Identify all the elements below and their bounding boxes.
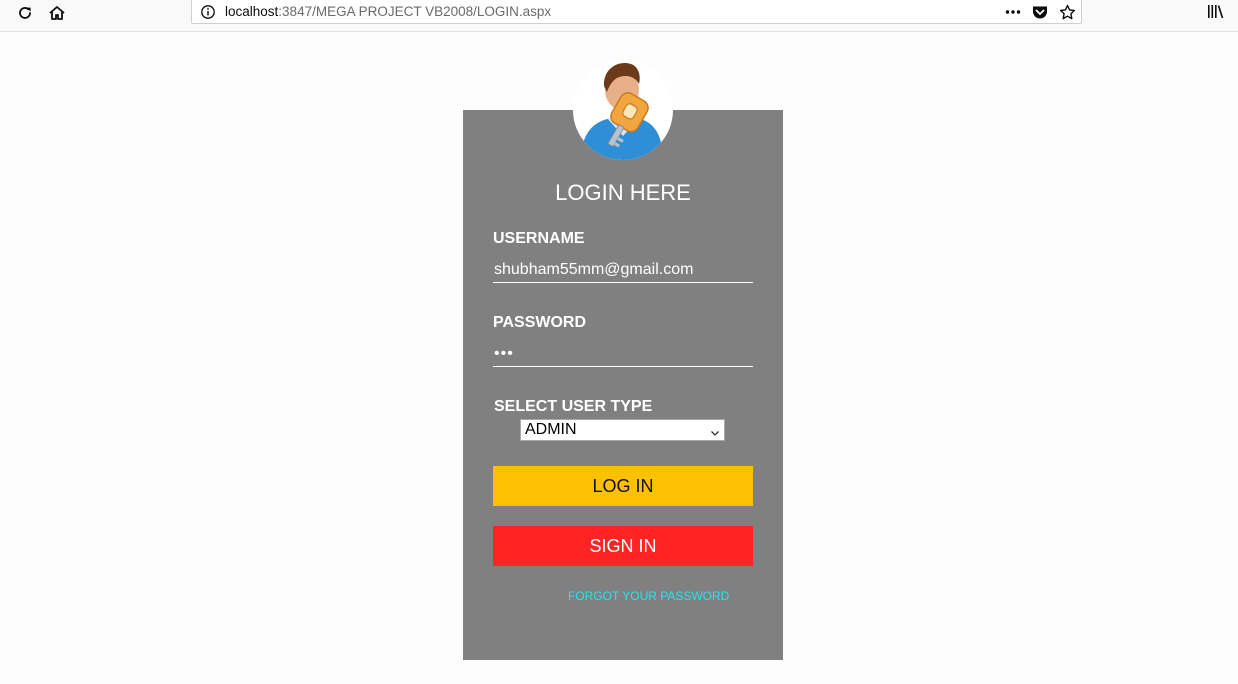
forgot-password-link[interactable]: FORGOT YOUR PASSWORD — [568, 589, 729, 603]
username-field[interactable] — [493, 257, 753, 283]
url-path: :3847/MEGA PROJECT VB2008/LOGIN.aspx — [278, 4, 552, 19]
info-icon[interactable] — [200, 4, 216, 20]
password-field[interactable] — [493, 341, 753, 367]
user-type-label: SELECT USER TYPE — [494, 398, 653, 415]
reload-icon[interactable] — [14, 2, 36, 24]
home-icon[interactable] — [46, 2, 68, 24]
page-actions-icon[interactable] — [1004, 3, 1022, 21]
user-type-select[interactable]: ADMIN — [520, 419, 725, 441]
username-label: USERNAME — [493, 230, 585, 247]
user-type-value: ADMIN — [525, 421, 577, 438]
login-title: LOGIN HERE — [555, 180, 691, 205]
password-label: PASSWORD — [493, 314, 587, 331]
bookmark-star-icon[interactable] — [1058, 3, 1076, 21]
url-text[interactable]: localhost:3847/MEGA PROJECT VB2008/LOGIN… — [225, 4, 551, 19]
chevron-down-icon — [710, 425, 720, 436]
url-host: localhost — [225, 4, 279, 19]
library-icon[interactable] — [1207, 4, 1225, 20]
browser-toolbar: localhost:3847/MEGA PROJECT VB2008/LOGIN… — [0, 0, 1238, 32]
pocket-icon[interactable] — [1031, 3, 1049, 21]
login-button[interactable]: LOG IN — [493, 466, 753, 506]
signin-button[interactable]: SIGN IN — [493, 526, 753, 566]
user-key-avatar-icon — [573, 60, 673, 160]
address-bar[interactable]: localhost:3847/MEGA PROJECT VB2008/LOGIN… — [191, 0, 1082, 24]
